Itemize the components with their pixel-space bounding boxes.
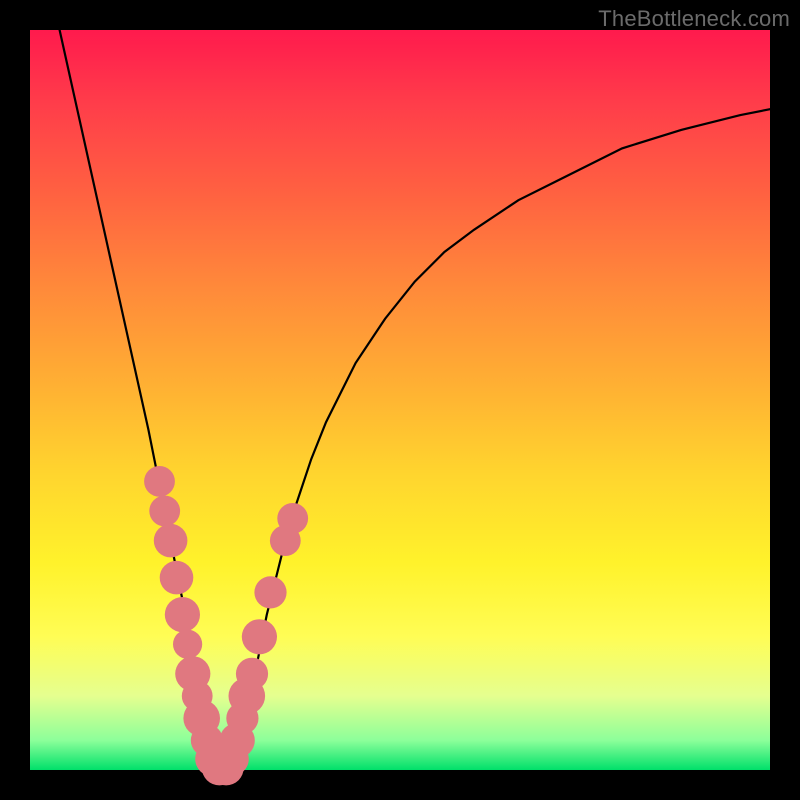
marker-dot [149,496,180,527]
marker-dot [160,561,194,595]
marker-dot [165,597,200,632]
bottleneck-curve [60,30,770,770]
watermark-text: TheBottleneck.com [598,6,790,32]
marker-dot [144,466,175,497]
marker-dot [173,630,202,659]
chart-overlay [30,30,770,770]
outer-frame: TheBottleneck.com [0,0,800,800]
marker-dot [154,524,188,558]
highlight-markers [144,466,308,785]
marker-dot [236,658,268,690]
marker-dot [277,503,308,534]
marker-dot [254,576,286,608]
marker-dot [242,619,277,654]
